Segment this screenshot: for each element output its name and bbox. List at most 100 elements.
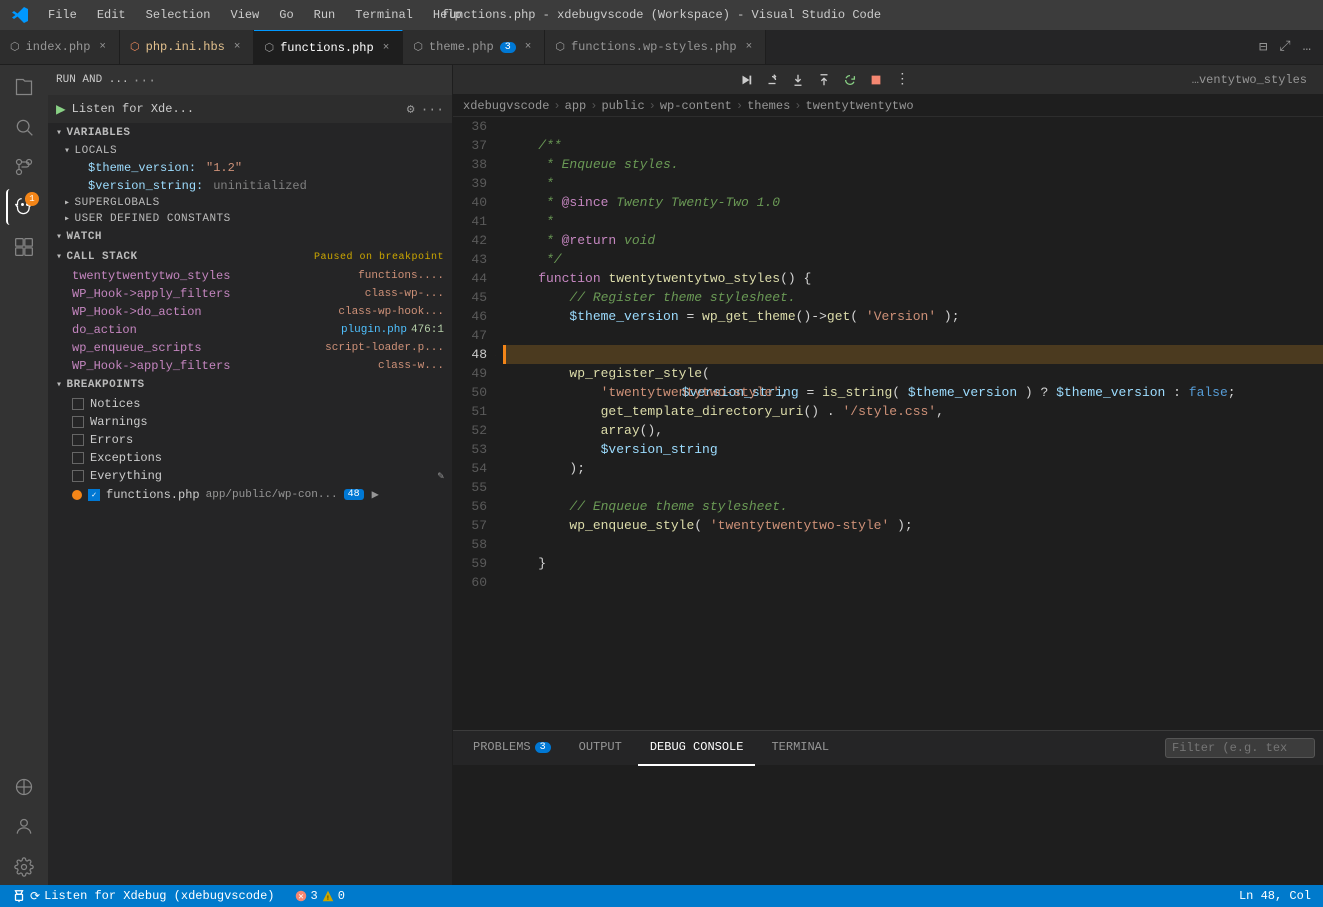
open-file-icon[interactable]: ▶	[372, 487, 379, 502]
split-editor-icon[interactable]: ⊟	[1255, 37, 1271, 58]
activity-explorer[interactable]	[6, 69, 42, 105]
debug-continue-btn[interactable]	[735, 69, 757, 91]
tab-functions[interactable]: ⬡ functions.php ×	[254, 30, 403, 65]
menu-help[interactable]: Help	[425, 6, 470, 24]
code-editor[interactable]: 36 37 38 39 40 41 42 43 44 45 46 47 48 4…	[453, 117, 1323, 730]
bp-file-functions[interactable]: ✓ functions.php app/public/wp-con... 48 …	[48, 485, 452, 504]
breadcrumb-part-4[interactable]: themes	[747, 99, 790, 113]
tab-index[interactable]: ⬡ index.php ×	[0, 30, 120, 65]
line-numbers: 36 37 38 39 40 41 42 43 44 45 46 47 48 4…	[453, 117, 495, 730]
bp-exceptions[interactable]: Exceptions	[48, 449, 452, 467]
breadcrumb-part-1[interactable]: app	[565, 99, 587, 113]
activity-source-control[interactable]	[6, 149, 42, 185]
bp-notices[interactable]: Notices	[48, 395, 452, 413]
menu-view[interactable]: View	[222, 6, 267, 24]
tab-wpstyles[interactable]: ⬡ functions.wp-styles.php ×	[545, 30, 766, 65]
activity-debug[interactable]: 1	[6, 189, 42, 225]
debug-step-out-btn[interactable]	[813, 69, 835, 91]
breadcrumb-sep-0: ›	[553, 99, 560, 113]
cs-item-0[interactable]: twentytwentytwo_styles functions....	[48, 267, 452, 285]
overflow-icon[interactable]: …	[1299, 37, 1315, 57]
edit-everything-icon[interactable]: ✎	[437, 469, 444, 483]
cs-item-5[interactable]: WP_Hook->apply_filters class-w...	[48, 357, 452, 375]
bp-everything[interactable]: Everything ✎	[48, 467, 452, 485]
tab-label: theme.php	[429, 40, 494, 54]
error-count: 3	[311, 889, 318, 903]
tab-label: functions.wp-styles.php	[571, 40, 737, 54]
position-label: Ln 48, Col	[1239, 889, 1311, 903]
bp-warnings[interactable]: Warnings	[48, 413, 452, 431]
breadcrumb-part-3[interactable]: wp-content	[660, 99, 732, 113]
tab-close-functions[interactable]: ×	[380, 41, 393, 55]
bp-errors[interactable]: Errors	[48, 431, 452, 449]
watch-section: ▾ WATCH	[48, 227, 452, 247]
watch-header[interactable]: ▾ WATCH	[48, 227, 452, 247]
breadcrumb-part-2[interactable]: public	[601, 99, 644, 113]
panel-tab-output[interactable]: OUTPUT	[567, 731, 634, 766]
chevron-right-icon: ▸	[64, 197, 71, 209]
code-line-50: 'twentytwentytwo-style',	[503, 383, 1323, 402]
code-line-60	[503, 573, 1323, 592]
menu-selection[interactable]: Selection	[138, 6, 219, 24]
panel-tab-terminal[interactable]: TERMINAL	[759, 731, 841, 766]
cs-item-2[interactable]: WP_Hook->do_action class-wp-hook...	[48, 303, 452, 321]
bp-checkbox-warnings[interactable]	[72, 416, 84, 428]
code-line-55	[503, 478, 1323, 497]
activity-search[interactable]	[6, 109, 42, 145]
bp-checkbox-exceptions[interactable]	[72, 452, 84, 464]
tab-close-index[interactable]: ×	[96, 40, 109, 54]
status-debug-item[interactable]: ⟳ Listen for Xdebug (xdebugvscode)	[8, 885, 279, 907]
php-icon-theme: ⬡	[413, 40, 423, 54]
activity-settings[interactable]	[6, 849, 42, 885]
debug-more-btn[interactable]: ⋮	[891, 69, 913, 91]
call-stack-header[interactable]: ▾ CALL STACK Paused on breakpoint	[48, 247, 452, 267]
run-more[interactable]: ···	[133, 73, 156, 88]
cs-item-3[interactable]: do_action plugin.php 476:1	[48, 321, 452, 339]
locals-header[interactable]: ▾ Locals	[48, 143, 452, 159]
variables-header[interactable]: ▾ VARIABLES	[48, 123, 452, 143]
code-line-46: $theme_version = wp_get_theme()->get( 'V…	[503, 307, 1323, 326]
code-line-45: // Register theme stylesheet.	[503, 288, 1323, 307]
tab-phpini[interactable]: ⬡ php.ini.hbs ×	[120, 30, 254, 65]
menu-run[interactable]: Run	[306, 6, 344, 24]
menu-edit[interactable]: Edit	[89, 6, 134, 24]
activity-remote[interactable]	[6, 769, 42, 805]
more-icon[interactable]: ···	[421, 102, 444, 117]
status-position[interactable]: Ln 48, Col	[1235, 885, 1315, 907]
tab-close-wpstyles[interactable]: ×	[743, 40, 756, 54]
bp-checkbox-everything[interactable]	[72, 470, 84, 482]
cs-item-4[interactable]: wp_enqueue_scripts script-loader.p...	[48, 339, 452, 357]
superglobals-header[interactable]: ▸ Superglobals	[48, 195, 452, 211]
title-bar: File Edit Selection View Go Run Terminal…	[0, 0, 1323, 30]
debug-step-into-btn[interactable]	[787, 69, 809, 91]
debug-stop-btn[interactable]	[865, 69, 887, 91]
panel-tab-debug-console[interactable]: DEBUG CONSOLE	[638, 731, 756, 766]
activity-accounts[interactable]	[6, 809, 42, 845]
bp-checkbox-notices[interactable]	[72, 398, 84, 410]
debug-toolbar: ⋮ …ventytwo_styles	[453, 65, 1323, 95]
play-button[interactable]: ▶	[56, 99, 66, 119]
breadcrumb-part-0[interactable]: xdebugvscode	[463, 99, 549, 113]
bp-checkbox-errors[interactable]	[72, 434, 84, 446]
activity-extensions[interactable]	[6, 229, 42, 265]
bp-checkbox-functions[interactable]: ✓	[88, 489, 100, 501]
vscode-icon	[12, 7, 28, 23]
user-defined-header[interactable]: ▸ User defined constants	[48, 211, 452, 227]
debug-step-over-btn[interactable]	[761, 69, 783, 91]
breadcrumb-part-5[interactable]: twentytwentytwo	[806, 99, 914, 113]
cs-func-5: WP_Hook->apply_filters	[72, 359, 230, 373]
editor-layout-icon[interactable]: ⤢	[1275, 37, 1294, 57]
panel-tab-problems[interactable]: PROBLEMS 3	[461, 731, 563, 766]
menu-go[interactable]: Go	[271, 6, 301, 24]
debug-restart-btn[interactable]	[839, 69, 861, 91]
cs-item-1[interactable]: WP_Hook->apply_filters class-wp-...	[48, 285, 452, 303]
tab-theme[interactable]: ⬡ theme.php 3 ×	[403, 30, 545, 65]
menu-terminal[interactable]: Terminal	[347, 6, 421, 24]
tab-close-phpini[interactable]: ×	[231, 40, 244, 54]
menu-file[interactable]: File	[40, 6, 85, 24]
tab-close-theme[interactable]: ×	[522, 40, 535, 54]
breakpoints-header[interactable]: ▾ BREAKPOINTS	[48, 375, 452, 395]
status-errors[interactable]: ✕ 3 ! 0	[291, 885, 349, 907]
panel-filter-input[interactable]	[1165, 738, 1315, 758]
gear-icon[interactable]: ⚙	[407, 102, 415, 117]
